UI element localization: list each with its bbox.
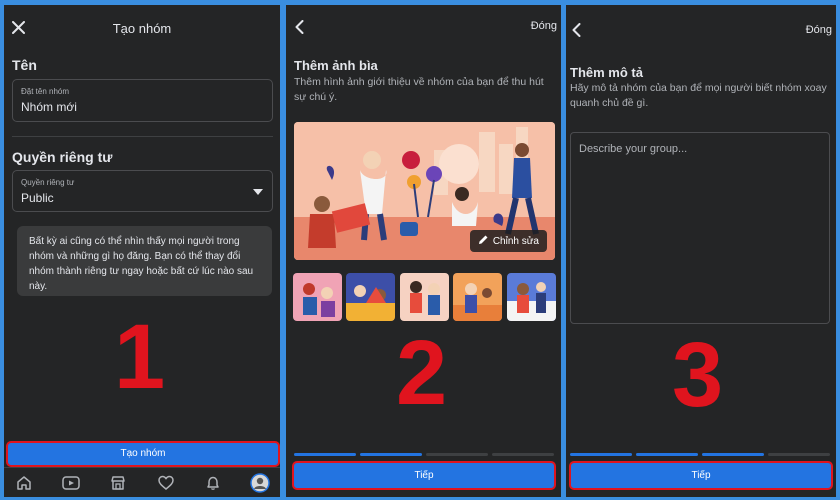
cover-photo[interactable]: Chỉnh sửa — [294, 122, 555, 260]
group-name-field[interactable]: Đặt tên nhóm Nhóm mới — [12, 79, 273, 122]
step-number: 1 — [114, 306, 166, 408]
cover-thumbnail[interactable] — [400, 273, 449, 321]
bottom-navigation — [4, 467, 280, 497]
cover-thumbnail[interactable] — [346, 273, 395, 321]
back-icon[interactable] — [295, 20, 304, 34]
description-placeholder: Describe your group... — [579, 143, 688, 155]
description-title: Thêm mô tả — [570, 65, 643, 80]
progress-step-3 — [702, 453, 764, 456]
next-button[interactable]: Tiếp — [569, 461, 833, 490]
progress-step-4 — [768, 453, 830, 456]
cover-thumbnail[interactable] — [507, 273, 556, 321]
cover-title: Thêm ảnh bìa — [294, 58, 378, 73]
panel-add-cover: Đóng Thêm ảnh bìa Thêm hình ảnh giới thi… — [286, 5, 561, 497]
pencil-icon — [478, 234, 489, 248]
close-button[interactable]: Đóng — [806, 24, 832, 36]
privacy-label: Quyền riêng tư — [21, 178, 75, 187]
step-number: 2 — [396, 322, 448, 424]
cover-thumbnail[interactable] — [453, 273, 502, 321]
privacy-info-box: Bất kỳ ai cũng có thể nhìn thấy mọi ngườ… — [17, 226, 272, 296]
panel-add-description: Đóng Thêm mô tả Hãy mô tả nhóm của bạn đ… — [566, 5, 836, 497]
progress-step-1 — [570, 453, 632, 456]
progress-step-2 — [636, 453, 698, 456]
edit-cover-button[interactable]: Chỉnh sửa — [469, 230, 547, 252]
cover-thumbnail[interactable] — [293, 273, 342, 321]
avatar[interactable] — [250, 473, 270, 497]
page-title: Tạo nhóm — [112, 21, 172, 36]
step-number: 3 — [672, 324, 724, 426]
marketplace-icon[interactable] — [110, 475, 126, 496]
panel-create-group: Tạo nhóm Tên Đặt tên nhóm Nhóm mới Quyền… — [4, 5, 280, 497]
edit-cover-label: Chỉnh sửa — [492, 235, 539, 247]
progress-step-4 — [492, 453, 554, 456]
privacy-select[interactable]: Quyền riêng tư Public — [12, 170, 273, 212]
description-hint: Hãy mô tả nhóm của bạn để mọi người biết… — [570, 82, 827, 109]
privacy-section-title: Quyền riêng tư — [12, 149, 113, 165]
create-group-button[interactable]: Tạo nhóm — [6, 441, 280, 467]
video-icon[interactable] — [62, 475, 80, 496]
cover-description: Thêm hình ảnh giới thiệu về nhóm của bạn… — [294, 76, 544, 103]
group-name-value: Nhóm mới — [21, 100, 77, 114]
dropdown-arrow-icon — [253, 189, 263, 195]
progress-step-3 — [426, 453, 488, 456]
progress-step-1 — [294, 453, 356, 456]
description-textarea[interactable]: Describe your group... — [570, 132, 830, 324]
privacy-value: Public — [21, 191, 54, 205]
dating-icon[interactable] — [158, 475, 174, 496]
group-name-label: Đặt tên nhóm — [21, 87, 70, 96]
bell-icon[interactable] — [205, 475, 221, 496]
home-icon[interactable] — [16, 475, 32, 496]
name-section-title: Tên — [12, 57, 37, 73]
back-icon[interactable] — [572, 23, 581, 37]
next-button[interactable]: Tiếp — [292, 461, 556, 490]
divider — [12, 136, 273, 137]
progress-step-2 — [360, 453, 422, 456]
close-button[interactable]: Đóng — [531, 20, 557, 32]
